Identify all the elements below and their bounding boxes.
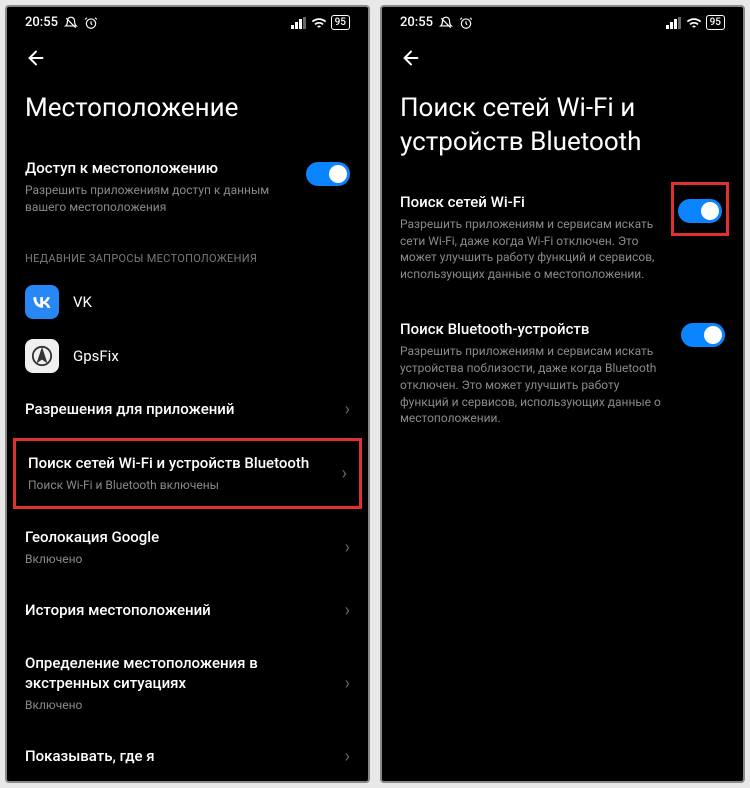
wifi-scan-title: Поиск сетей Wi-Fi xyxy=(400,192,663,212)
phone-screen-1: 20:55 95 Местоположение До xyxy=(5,5,370,783)
bt-scan-row[interactable]: Поиск Bluetooth-устройств Разрешить прил… xyxy=(382,307,743,439)
page-title: Местоположение xyxy=(7,78,368,146)
google-location-title: Геолокация Google xyxy=(25,527,333,547)
emergency-location-desc: Включено xyxy=(25,697,333,714)
gpsfix-icon xyxy=(25,339,59,373)
signal-icon xyxy=(291,17,307,29)
header xyxy=(382,34,743,78)
wifi-scan-row[interactable]: Поиск сетей Wi-Fi Разрешить приложениям … xyxy=(382,180,743,295)
location-access-toggle[interactable] xyxy=(306,162,350,186)
wifi-scan-toggle-highlight xyxy=(671,182,729,236)
back-button[interactable] xyxy=(25,44,53,72)
bt-scan-desc: Разрешить приложениям и сервисам искать … xyxy=(400,343,669,427)
app-row-gpsfix[interactable]: GpsFix xyxy=(7,329,368,383)
status-bar: 20:55 95 xyxy=(7,7,368,34)
wifi-scan-desc: Разрешить приложениям и сервисам искать … xyxy=(400,216,663,283)
dnd-icon xyxy=(64,16,78,30)
back-button[interactable] xyxy=(400,44,428,72)
chevron-right-icon: › xyxy=(345,399,350,420)
google-location-desc: Включено xyxy=(25,551,333,568)
emergency-location-title: Определение местоположения в экстренных … xyxy=(25,653,333,694)
wifi-scan-toggle[interactable] xyxy=(678,199,722,223)
chevron-right-icon: › xyxy=(345,746,350,767)
location-history-title: История местоположений xyxy=(25,600,333,620)
bt-scan-toggle[interactable] xyxy=(681,323,725,347)
wifi-bt-scan-row[interactable]: Поиск сетей Wi-Fi и устройств Bluetooth … xyxy=(13,438,362,509)
wifi-bt-scan-desc: Поиск Wi-Fi и Bluetooth включены xyxy=(28,477,330,494)
location-access-row[interactable]: Доступ к местоположению Разрешить прилож… xyxy=(7,146,368,228)
vk-icon xyxy=(25,285,59,319)
battery-indicator: 95 xyxy=(706,15,725,30)
location-history-row[interactable]: История местоположений › xyxy=(7,584,368,637)
google-location-row[interactable]: Геолокация Google Включено › xyxy=(7,511,368,584)
alarm-icon xyxy=(84,16,98,30)
chevron-right-icon: › xyxy=(345,673,350,694)
phone-screen-2: 20:55 95 Поиск сетей Wi-Fi и устройств B… xyxy=(380,5,745,783)
chevron-right-icon: › xyxy=(342,463,347,484)
show-where-row[interactable]: Показывать, где я › xyxy=(7,730,368,783)
app-name-vk: VK xyxy=(73,293,92,311)
bt-scan-title: Поиск Bluetooth-устройств xyxy=(400,319,669,339)
chevron-right-icon: › xyxy=(345,600,350,621)
show-where-title: Показывать, где я xyxy=(25,746,333,766)
header xyxy=(7,34,368,78)
app-name-gpsfix: GpsFix xyxy=(73,347,119,365)
signal-icon xyxy=(666,17,682,29)
app-row-vk[interactable]: VK xyxy=(7,275,368,329)
wifi-bt-scan-title: Поиск сетей Wi-Fi и устройств Bluetooth xyxy=(28,453,330,473)
status-time: 20:55 xyxy=(400,15,433,30)
wifi-icon xyxy=(686,17,702,29)
recent-requests-header: НЕДАВНИЕ ЗАПРОСЫ МЕСТОПОЛОЖЕНИЯ xyxy=(7,228,368,275)
battery-indicator: 95 xyxy=(331,15,350,30)
status-bar: 20:55 95 xyxy=(382,7,743,34)
location-access-desc: Разрешить приложениям доступ к данным ва… xyxy=(25,182,294,216)
dnd-icon xyxy=(439,16,453,30)
wifi-icon xyxy=(311,17,327,29)
emergency-location-row[interactable]: Определение местоположения в экстренных … xyxy=(7,637,368,730)
app-permissions-row[interactable]: Разрешения для приложений › xyxy=(7,383,368,436)
page-title: Поиск сетей Wi-Fi и устройств Bluetooth xyxy=(382,78,743,180)
alarm-icon xyxy=(459,16,473,30)
status-time: 20:55 xyxy=(25,15,58,30)
app-permissions-title: Разрешения для приложений xyxy=(25,399,333,419)
chevron-right-icon: › xyxy=(345,537,350,558)
location-access-title: Доступ к местоположению xyxy=(25,158,294,178)
